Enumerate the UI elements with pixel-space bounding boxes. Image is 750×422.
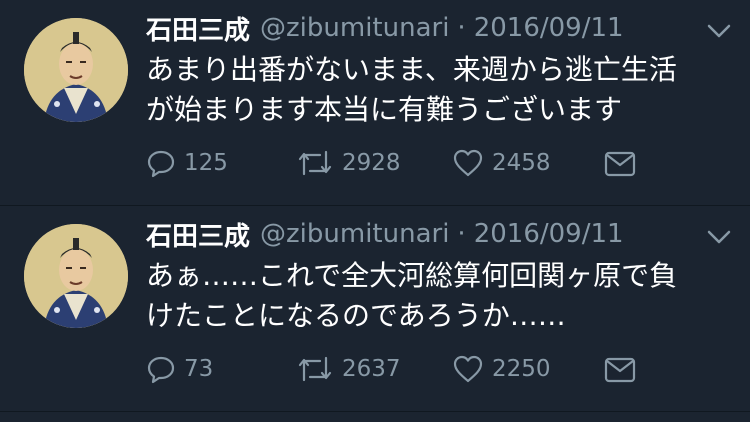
reply-icon [147, 150, 175, 178]
chevron-down-icon[interactable] [706, 228, 732, 246]
tweet-actions: 125 2928 2458 [146, 142, 646, 184]
like-count: 2458 [492, 150, 551, 176]
reply-count: 125 [184, 150, 228, 176]
retweet-count: 2928 [342, 150, 401, 176]
retweet-button[interactable]: 2928 [296, 148, 452, 178]
tweet-text: あぁ……これで全大河総算何回関ヶ原で負 けたことになるのであろうか…… [146, 256, 731, 336]
message-icon[interactable] [604, 357, 636, 383]
reply-button[interactable]: 73 [146, 354, 296, 384]
tweet-text-line: けたことになるのであろうか…… [146, 299, 566, 332]
chevron-down-icon[interactable] [706, 22, 732, 40]
separator-dot: · [457, 219, 466, 249]
tweet-item[interactable]: 石田三成 @zibumitunari · 2016/09/11 あまり出番がない… [0, 0, 750, 206]
retweet-icon [298, 356, 332, 382]
author-name[interactable]: 石田三成 [146, 216, 250, 253]
tweet-text-line: あぁ……これで全大河総算何回関ヶ原で負 [146, 259, 678, 292]
tweet-text-line: あまり出番がないまま、来週から逃亡生活 [146, 53, 677, 86]
retweet-button[interactable]: 2637 [296, 354, 452, 384]
message-icon[interactable] [604, 151, 636, 177]
avatar[interactable] [24, 224, 128, 328]
like-button[interactable]: 2458 [452, 148, 602, 178]
author-handle[interactable]: @zibumitunari [260, 219, 449, 249]
like-icon [453, 355, 483, 383]
reply-button[interactable]: 125 [146, 148, 296, 178]
reply-count: 73 [184, 356, 214, 382]
like-count: 2250 [492, 356, 551, 382]
tweet-date[interactable]: 2016/09/11 [474, 219, 624, 249]
reply-icon [147, 356, 175, 384]
tweet-date[interactable]: 2016/09/11 [474, 13, 624, 43]
like-icon [453, 149, 483, 177]
avatar[interactable] [24, 18, 128, 122]
tweet-text: あまり出番がないまま、来週から逃亡生活 が始まります本当に有難うございます [146, 50, 731, 130]
author-handle[interactable]: @zibumitunari [260, 13, 449, 43]
like-button[interactable]: 2250 [452, 354, 602, 384]
tweet-text-line: が始まります本当に有難うございます [146, 93, 623, 126]
retweet-count: 2637 [342, 356, 401, 382]
tweet-item[interactable]: 石田三成 @zibumitunari · 2016/09/11 あぁ……これで全… [0, 206, 750, 412]
tweet-actions: 73 2637 2250 [146, 348, 646, 390]
author-name[interactable]: 石田三成 [146, 10, 250, 47]
retweet-icon [298, 150, 332, 176]
separator-dot: · [457, 13, 466, 43]
